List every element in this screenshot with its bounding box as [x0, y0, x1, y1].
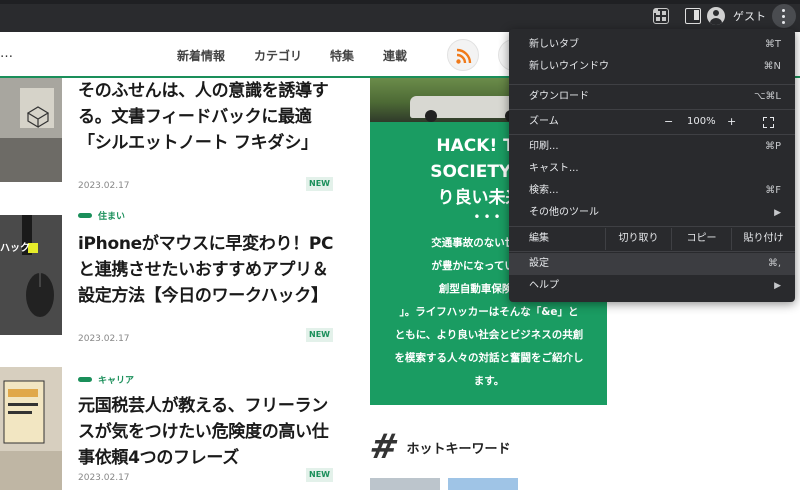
thumbnail-caption: ハック: [0, 243, 30, 254]
hot-keywords-heading: # ホットキーワード: [366, 427, 511, 467]
avatar-icon: [707, 7, 725, 25]
menu-item-label: キャスト...: [529, 163, 579, 174]
cut-button[interactable]: 切り取り: [605, 228, 671, 250]
article-date: 2023.02.17: [78, 334, 130, 344]
menu-item-new-tab[interactable]: 新しいタブ ⌘T: [509, 34, 795, 56]
menu-shortcut: ⌥⌘L: [753, 91, 781, 102]
hash-icon: #: [366, 427, 403, 467]
menu-item-label: 印刷...: [529, 141, 559, 152]
new-badge: NEW: [306, 468, 333, 482]
menu-separator: [509, 251, 795, 252]
profile-label: ゲスト: [733, 10, 766, 23]
article-title[interactable]: そのふせんは、人の意識を誘導する。文書フィードバックに最適「シルエットノート フ…: [78, 78, 340, 156]
article-category[interactable]: 住まい: [78, 209, 125, 222]
menu-separator: [509, 226, 795, 227]
wheel-shape: [425, 110, 437, 122]
submenu-arrow-icon: ▶: [774, 208, 781, 218]
zoom-in-button[interactable]: +: [727, 111, 736, 133]
menu-item-help[interactable]: ヘルプ ▶: [509, 275, 795, 297]
menu-separator: [509, 84, 795, 85]
keyword-thumbnail[interactable]: [370, 478, 440, 490]
kebab-dot: [782, 21, 785, 24]
article-date: 2023.02.17: [78, 181, 130, 191]
article-thumbnail[interactable]: [0, 367, 62, 490]
menu-item-label: ヘルプ: [529, 280, 559, 291]
browser-menu: 新しいタブ ⌘T 新しいウインドウ ⌘N ダウンロード ⌥⌘L ズーム − 10…: [509, 29, 795, 302]
fullscreen-icon[interactable]: [763, 117, 774, 128]
menu-item-label: 編集: [529, 233, 549, 244]
nav-new[interactable]: 新着情報: [177, 47, 225, 64]
nav-feature[interactable]: 特集: [330, 47, 354, 64]
browser-menu-button[interactable]: [772, 4, 796, 28]
category-marker: [78, 213, 92, 218]
menu-shortcut: ⌘F: [765, 185, 781, 196]
menu-item-downloads[interactable]: ダウンロード ⌥⌘L: [509, 86, 795, 108]
profile-button[interactable]: ゲスト: [704, 5, 766, 27]
menu-item-label: 新しいタブ: [529, 39, 579, 50]
category-marker: [78, 377, 92, 382]
kebab-dot: [782, 9, 785, 12]
category-label: 住まい: [98, 212, 126, 222]
menu-item-more-tools[interactable]: その他のツール ▶: [509, 202, 795, 224]
site-logo[interactable]: …: [0, 46, 13, 61]
new-badge: NEW: [306, 328, 333, 342]
thumbnail-image: [0, 78, 62, 182]
promo-body-line: ともに、より良い社会とビジネスの共創: [394, 329, 584, 341]
menu-item-find[interactable]: 検索... ⌘F: [509, 180, 795, 202]
zoom-out-button[interactable]: −: [664, 111, 673, 133]
menu-shortcut: ⌘,: [767, 258, 781, 269]
menu-shortcut: ⌘N: [763, 61, 781, 72]
browser-toolbar: ゲスト: [0, 0, 800, 32]
side-panel-icon[interactable]: [685, 8, 701, 24]
promo-body-line: ます。: [473, 375, 505, 387]
menu-separator: [509, 109, 795, 110]
new-badge: NEW: [306, 177, 333, 191]
copy-button[interactable]: コピー: [671, 228, 731, 250]
submenu-arrow-icon: ▶: [774, 281, 781, 291]
menu-item-label: 検索...: [529, 185, 559, 196]
menu-item-label: 設定: [529, 258, 549, 269]
article-title[interactable]: 元国税芸人が教える、フリーランスが気をつけたい危険度の高い仕事依頼4つのフレーズ: [78, 393, 340, 471]
paste-button[interactable]: 貼り付け: [731, 228, 795, 250]
article-thumbnail[interactable]: [0, 78, 62, 182]
article-category[interactable]: キャリア: [78, 373, 134, 386]
category-label: キャリア: [98, 376, 135, 386]
kebab-dot: [782, 15, 785, 18]
keyword-thumbnail[interactable]: [448, 478, 518, 490]
article-title[interactable]: iPhoneがマウスに早変わり！PCと連携させたいおすすめアプリ＆設定方法【今日…: [78, 231, 340, 309]
menu-item-label: ズーム: [529, 116, 559, 127]
menu-shortcut: ⌘P: [764, 141, 781, 152]
thumbnail-image: [0, 367, 62, 490]
rss-icon: [456, 48, 472, 64]
menu-item-cast[interactable]: キャスト...: [509, 158, 795, 180]
menu-item-label: 新しいウインドウ: [529, 61, 609, 72]
menu-separator: [509, 134, 795, 135]
promo-body-line: を模索する人々の対話と奮闘をご紹介し: [394, 352, 584, 364]
menu-item-print[interactable]: 印刷... ⌘P: [509, 136, 795, 158]
menu-shortcut: ⌘T: [764, 39, 781, 50]
tab-strip-edge: [0, 0, 800, 4]
zoom-level: 100%: [687, 116, 716, 127]
nav-series[interactable]: 連載: [383, 47, 407, 64]
thumbnail-image: [0, 215, 62, 335]
menu-item-edit: 編集 切り取り コピー 貼り付け: [509, 228, 795, 250]
menu-item-label: ダウンロード: [529, 91, 589, 102]
menu-item-label: その他のツール: [529, 207, 599, 218]
menu-item-new-window[interactable]: 新しいウインドウ ⌘N: [509, 56, 795, 78]
rss-button[interactable]: [447, 39, 479, 71]
promo-body-line: 」。ライフハッカーはそんな「&e」と: [399, 306, 579, 318]
extensions-icon[interactable]: [653, 8, 669, 24]
nav-category[interactable]: カテゴリ: [254, 47, 302, 64]
hot-keywords-label: ホットキーワード: [406, 441, 511, 457]
menu-item-settings[interactable]: 設定 ⌘,: [509, 253, 795, 275]
menu-item-zoom: ズーム − 100% +: [509, 111, 795, 133]
article-thumbnail[interactable]: ハック: [0, 215, 62, 335]
article-date: 2023.02.17: [78, 473, 130, 483]
